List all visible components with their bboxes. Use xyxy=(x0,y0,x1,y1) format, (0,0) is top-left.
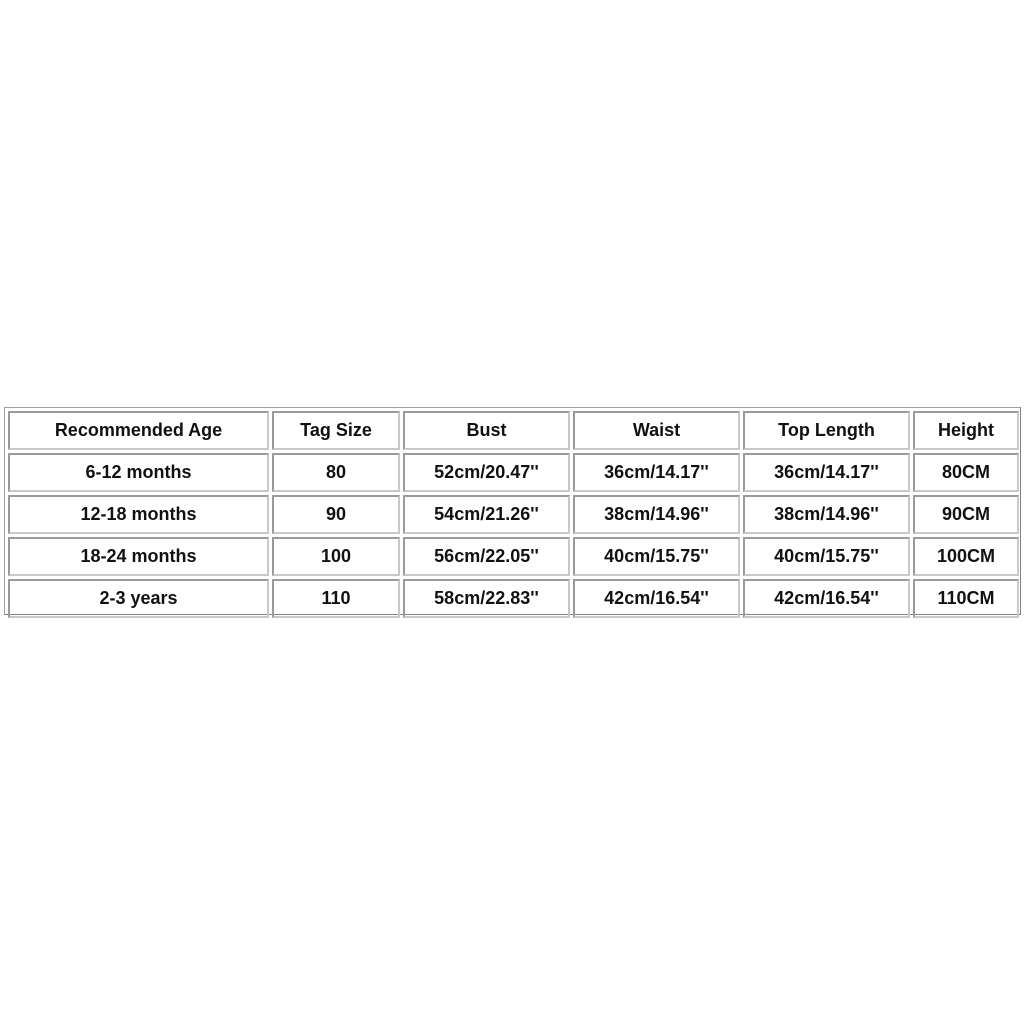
cell-recommended-age: 2-3 years xyxy=(8,579,269,618)
cell-height: 90CM xyxy=(913,495,1019,534)
header-row: Recommended Age Tag Size Bust Waist Top … xyxy=(8,411,1019,450)
header-tag-size: Tag Size xyxy=(272,411,400,450)
header-height: Height xyxy=(913,411,1019,450)
cell-tag-size: 80 xyxy=(272,453,400,492)
cell-height: 80CM xyxy=(913,453,1019,492)
header-top-length: Top Length xyxy=(743,411,910,450)
cell-recommended-age: 12-18 months xyxy=(8,495,269,534)
cell-bust: 54cm/21.26'' xyxy=(403,495,570,534)
cell-height: 100CM xyxy=(913,537,1019,576)
cell-top-length: 40cm/15.75'' xyxy=(743,537,910,576)
cell-waist: 42cm/16.54'' xyxy=(573,579,740,618)
size-chart: Recommended Age Tag Size Bust Waist Top … xyxy=(4,407,1021,618)
cell-waist: 36cm/14.17'' xyxy=(573,453,740,492)
cell-bust: 52cm/20.47'' xyxy=(403,453,570,492)
table-row: 18-24 months 100 56cm/22.05'' 40cm/15.75… xyxy=(8,537,1019,576)
cell-tag-size: 110 xyxy=(272,579,400,618)
cell-top-length: 42cm/16.54'' xyxy=(743,579,910,618)
cell-recommended-age: 6-12 months xyxy=(8,453,269,492)
cell-recommended-age: 18-24 months xyxy=(8,537,269,576)
cell-waist: 40cm/15.75'' xyxy=(573,537,740,576)
cell-bust: 56cm/22.05'' xyxy=(403,537,570,576)
table-row: 2-3 years 110 58cm/22.83'' 42cm/16.54'' … xyxy=(8,579,1019,618)
table-row: 6-12 months 80 52cm/20.47'' 36cm/14.17''… xyxy=(8,453,1019,492)
header-recommended-age: Recommended Age xyxy=(8,411,269,450)
size-chart-table: Recommended Age Tag Size Bust Waist Top … xyxy=(5,408,1022,621)
cell-top-length: 38cm/14.96'' xyxy=(743,495,910,534)
header-waist: Waist xyxy=(573,411,740,450)
cell-bust: 58cm/22.83'' xyxy=(403,579,570,618)
cell-tag-size: 100 xyxy=(272,537,400,576)
cell-tag-size: 90 xyxy=(272,495,400,534)
cell-top-length: 36cm/14.17'' xyxy=(743,453,910,492)
cell-waist: 38cm/14.96'' xyxy=(573,495,740,534)
header-bust: Bust xyxy=(403,411,570,450)
table-row: 12-18 months 90 54cm/21.26'' 38cm/14.96'… xyxy=(8,495,1019,534)
cell-height: 110CM xyxy=(913,579,1019,618)
